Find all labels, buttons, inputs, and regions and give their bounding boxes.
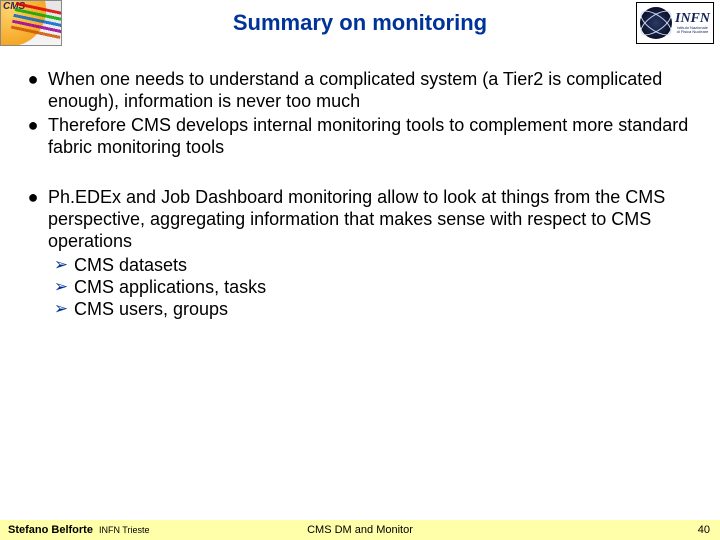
infn-logo-icon: INFN Istituto Nazionale di Fisica Nuclea… [636,2,714,44]
slide: CMS Summary on monitoring INFN Istituto … [0,0,720,540]
bullet-text: When one needs to understand a complicat… [48,68,700,112]
sub-bullet-text: CMS users, groups [74,298,700,320]
slide-title: Summary on monitoring [0,0,720,36]
infn-disc-icon [640,7,672,39]
chevron-right-icon: ➢ [48,276,74,298]
footer-center: CMS DM and Monitor [307,524,413,536]
bullet-item: ● Ph.EDEx and Job Dashboard monitoring a… [18,186,700,252]
bullet-text: Ph.EDEx and Job Dashboard monitoring all… [48,186,700,252]
chevron-right-icon: ➢ [48,254,74,276]
footer-page-number: 40 [698,524,710,536]
slide-header: CMS Summary on monitoring INFN Istituto … [0,0,720,48]
slide-body: ● When one needs to understand a complic… [0,48,720,320]
sub-bullet-item: ➢ CMS datasets [18,254,700,276]
infn-sub2: di Fisica Nucleare [675,30,710,34]
bullet-dot-icon: ● [18,68,48,90]
slide-footer: Stefano Belforte INFN Trieste CMS DM and… [0,520,720,540]
bullet-dot-icon: ● [18,114,48,136]
bullet-group-1: ● When one needs to understand a complic… [18,68,700,158]
sub-bullet-item: ➢ CMS applications, tasks [18,276,700,298]
footer-author: Stefano Belforte [8,524,93,536]
bullet-group-2: ● Ph.EDEx and Job Dashboard monitoring a… [18,186,700,320]
cms-logo-icon: CMS [0,0,62,46]
sub-bullet-item: ➢ CMS users, groups [18,298,700,320]
infn-logo-text: INFN Istituto Nazionale di Fisica Nuclea… [675,12,710,34]
cms-logo-text: CMS [3,1,25,12]
bullet-dot-icon: ● [18,186,48,208]
sub-bullet-text: CMS datasets [74,254,700,276]
chevron-right-icon: ➢ [48,298,74,320]
sub-bullet-text: CMS applications, tasks [74,276,700,298]
bullet-item: ● When one needs to understand a complic… [18,68,700,112]
footer-affiliation: INFN Trieste [99,525,150,535]
bullet-text: Therefore CMS develops internal monitori… [48,114,700,158]
bullet-item: ● Therefore CMS develops internal monito… [18,114,700,158]
infn-label: INFN [675,12,710,26]
